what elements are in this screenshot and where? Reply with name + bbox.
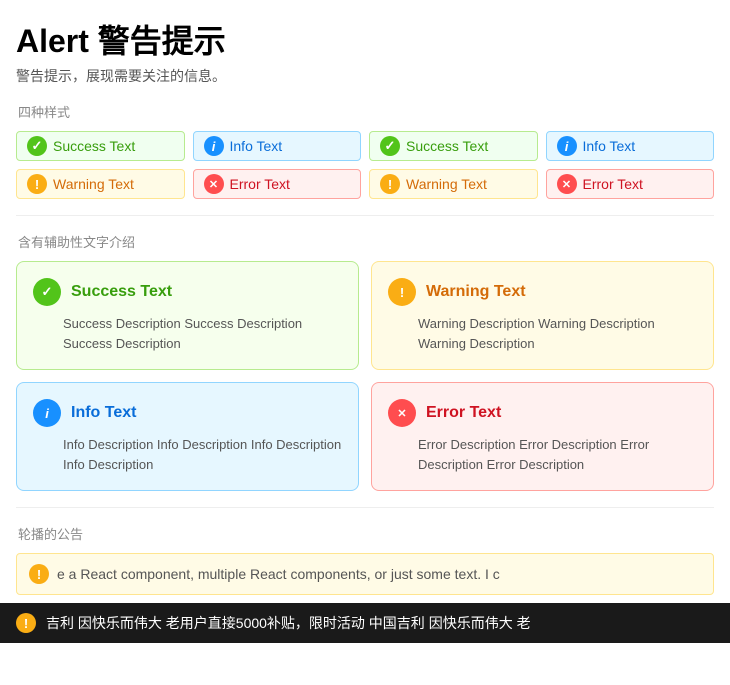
success-icon-2 — [380, 136, 400, 156]
alert-tag-warning-2: Warning Text — [369, 169, 538, 199]
alert-block-success: Success Text Success Description Success… — [16, 261, 359, 370]
alert-tag-info-1: Info Text — [193, 131, 362, 161]
inline-alerts-row2: Warning Text Error Text Warning Text Err… — [16, 169, 714, 199]
alert-block-info-desc: Info Description Info Description Info D… — [33, 435, 342, 474]
alert-tag-label: Info Text — [583, 138, 636, 154]
divider-2 — [16, 507, 714, 508]
page-container: Alert 警告提示 警告提示，展现需要关注的信息。 四种样式 Success … — [0, 0, 730, 595]
alert-block-info-icon — [33, 399, 61, 427]
alert-block-warning-icon — [388, 278, 416, 306]
alert-block-warning-title: Warning Text — [426, 283, 526, 301]
marquee-alert-row: e a React component, multiple React comp… — [16, 553, 714, 595]
ticker-text: 吉利 因快乐而伟大 老用户直接5000补贴，限时活动 中国吉利 因快乐而伟大 老 — [46, 613, 531, 633]
alert-block-error-header: Error Text — [388, 399, 697, 427]
alert-block-info-title: Info Text — [71, 404, 136, 422]
alert-block-error-desc: Error Description Error Description Erro… — [388, 435, 697, 474]
divider-1 — [16, 215, 714, 216]
block-alerts-grid: Success Text Success Description Success… — [16, 261, 714, 491]
error-icon-1 — [204, 174, 224, 194]
alert-block-error-title: Error Text — [426, 404, 501, 422]
ticker-bar: 吉利 因快乐而伟大 老用户直接5000补贴，限时活动 中国吉利 因快乐而伟大 老 — [0, 603, 730, 643]
inline-alerts-row1: Success Text Info Text Success Text Info… — [16, 131, 714, 161]
alert-tag-error-1: Error Text — [193, 169, 362, 199]
marquee-warning-icon — [29, 564, 49, 584]
section-label-with-desc: 含有辅助性文字介绍 — [16, 232, 714, 251]
alert-tag-info-2: Info Text — [546, 131, 715, 161]
alert-tag-label: Info Text — [230, 138, 283, 154]
alert-tag-label: Error Text — [230, 176, 290, 192]
section-label-four-styles: 四种样式 — [16, 102, 714, 121]
alert-block-error: Error Text Error Description Error Descr… — [371, 382, 714, 491]
alert-tag-label: Error Text — [583, 176, 643, 192]
alert-block-success-desc: Success Description Success Description … — [33, 314, 342, 353]
alert-block-success-header: Success Text — [33, 278, 342, 306]
page-subtitle: 警告提示，展现需要关注的信息。 — [16, 66, 714, 86]
info-icon-1 — [204, 136, 224, 156]
marquee-text: e a React component, multiple React comp… — [57, 566, 500, 582]
alert-block-warning: Warning Text Warning Description Warning… — [371, 261, 714, 370]
ticker-warning-icon — [16, 613, 36, 633]
alert-tag-success-1: Success Text — [16, 131, 185, 161]
alert-tag-label: Warning Text — [53, 176, 134, 192]
warning-icon-1 — [27, 174, 47, 194]
alert-block-info: Info Text Info Description Info Descript… — [16, 382, 359, 491]
alert-block-warning-header: Warning Text — [388, 278, 697, 306]
alert-block-warning-desc: Warning Description Warning Description … — [388, 314, 697, 353]
info-icon-2 — [557, 136, 577, 156]
warning-icon-2 — [380, 174, 400, 194]
error-icon-2 — [557, 174, 577, 194]
page-title: Alert 警告提示 — [16, 16, 714, 62]
section-label-marquee: 轮播的公告 — [16, 524, 714, 543]
alert-tag-label: Success Text — [53, 138, 135, 154]
alert-tag-error-2: Error Text — [546, 169, 715, 199]
alert-tag-warning-1: Warning Text — [16, 169, 185, 199]
alert-block-success-icon — [33, 278, 61, 306]
alert-block-error-icon — [388, 399, 416, 427]
alert-tag-label: Warning Text — [406, 176, 487, 192]
alert-tag-success-2: Success Text — [369, 131, 538, 161]
alert-block-info-header: Info Text — [33, 399, 342, 427]
alert-tag-label: Success Text — [406, 138, 488, 154]
alert-block-success-title: Success Text — [71, 283, 172, 301]
success-icon-1 — [27, 136, 47, 156]
